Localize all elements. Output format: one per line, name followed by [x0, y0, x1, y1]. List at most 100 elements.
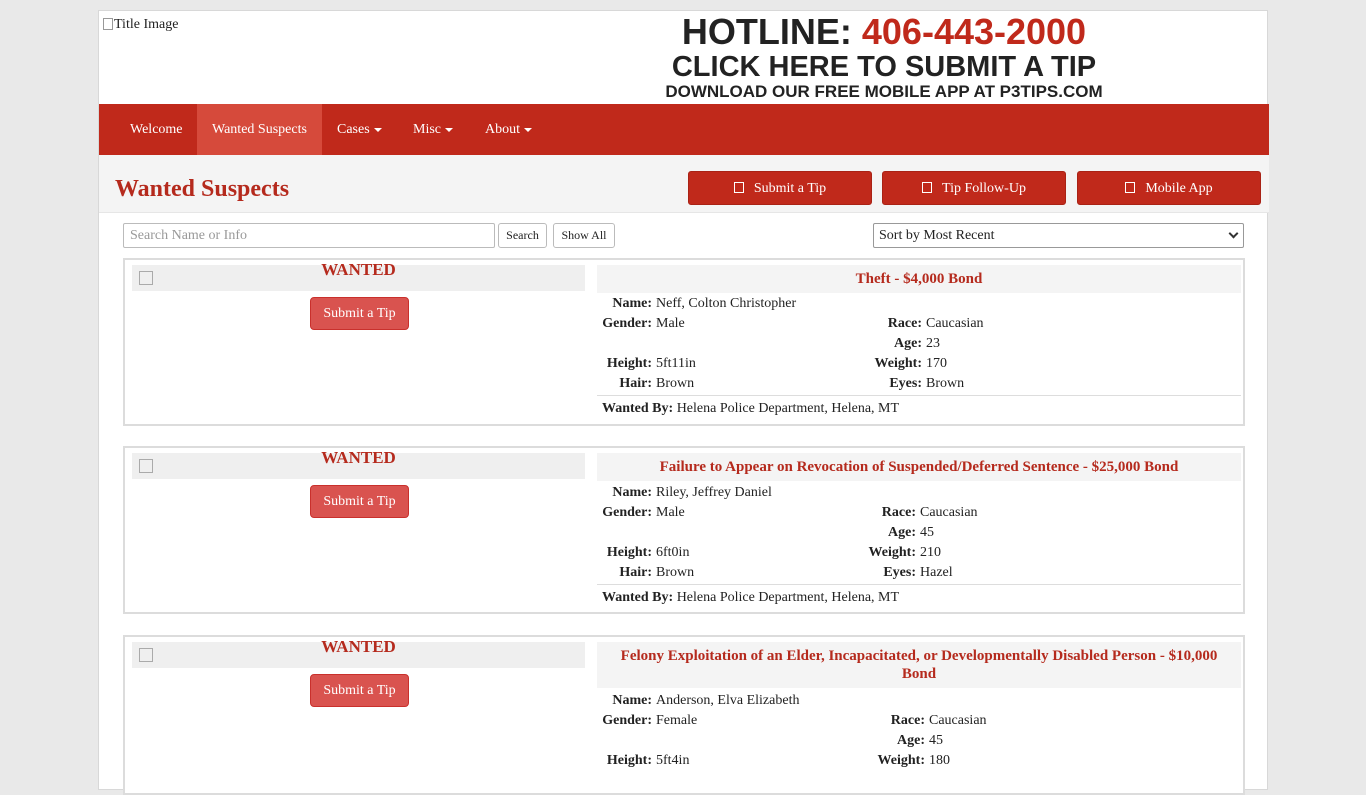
race-value: Caucasian: [929, 713, 987, 728]
weight-label: Weight:: [877, 753, 925, 768]
height-label: Height:: [606, 753, 652, 768]
suspect-info: Name: Neff, Colton Christopher Gender: Mal…: [597, 294, 1241, 419]
eyes-label: Eyes:: [889, 376, 922, 391]
hotline-label: HOTLINE:: [681, 11, 852, 52]
caret-down-icon: [445, 127, 453, 132]
gender-label: Gender:: [602, 316, 652, 331]
search-row: Search Name or Info Search Show All Sort…: [123, 223, 1245, 249]
weight-value: 180: [929, 753, 950, 768]
wanted-by-value: Helena Police Department, Helena, MT: [676, 401, 900, 416]
name-value: Riley, Jeffrey Daniel: [656, 485, 772, 500]
nav-label: Wanted Suspects: [212, 122, 307, 137]
age-value: 45: [929, 733, 943, 748]
name-value: Neff, Colton Christopher: [656, 296, 797, 311]
wanted-by: Wanted By: Helena Police Department, Hel…: [597, 399, 1241, 419]
wanted-label: WANTED: [321, 448, 396, 467]
mobile-app-text[interactable]: DOWNLOAD OUR FREE MOBILE APP AT P3TIPS.C…: [639, 83, 1129, 101]
charge-title[interactable]: Failure to Appear on Revocation of Suspe…: [597, 453, 1241, 481]
comment-icon: [922, 182, 933, 193]
pencil-icon: [733, 182, 744, 193]
broken-image-icon: [103, 18, 113, 30]
name-label: Name:: [612, 485, 652, 500]
page-container: Title Image HOTLINE: 406-443-2000 CLICK …: [98, 10, 1269, 795]
race-value: Caucasian: [920, 505, 978, 520]
age-label: Age:: [888, 525, 916, 540]
caret-down-icon: [524, 127, 532, 132]
show-all-button[interactable]: Show All: [553, 223, 615, 248]
hotline: HOTLINE: 406-443-2000: [639, 12, 1129, 52]
mobile-app-button[interactable]: Mobile App: [1077, 171, 1261, 205]
race-value: Caucasian: [926, 316, 984, 331]
card-submit-tip-button[interactable]: Submit a Tip: [310, 297, 409, 330]
charge-title[interactable]: Theft - $4,000 Bond: [597, 265, 1241, 293]
submit-tip-link[interactable]: CLICK HERE TO SUBMIT A TIP: [639, 51, 1129, 83]
hotline-block[interactable]: HOTLINE: 406-443-2000 CLICK HERE TO SUBM…: [639, 11, 1129, 101]
site-header: Title Image HOTLINE: 406-443-2000 CLICK …: [99, 11, 1267, 104]
wanted-by: Wanted By: Helena Police Department, Hel…: [597, 588, 1241, 608]
age-value: 23: [926, 336, 940, 351]
nav-cases[interactable]: Cases: [322, 104, 397, 155]
hair-label: Hair:: [619, 565, 652, 580]
submit-tip-button[interactable]: Submit a Tip: [688, 171, 872, 205]
nav-label: Cases: [337, 122, 370, 137]
gender-label: Gender:: [602, 713, 652, 728]
height-value: 6ft0in: [656, 545, 690, 560]
suspect-card: WANTED Submit a Tip Theft - $4,000 Bond …: [123, 258, 1245, 426]
divider: [597, 395, 1241, 396]
height-label: Height:: [606, 545, 652, 560]
card-submit-tip-button[interactable]: Submit a Tip: [310, 674, 409, 707]
hair-value: Brown: [656, 376, 695, 391]
search-button[interactable]: Search: [498, 223, 547, 248]
wanted-by-value: Helena Police Department, Helena, MT: [676, 590, 900, 605]
button-label: Mobile App: [1145, 181, 1213, 196]
race-label: Race:: [890, 713, 925, 728]
suspect-info: Name: Anderson, Elva Elizabeth Gender: Fem…: [597, 691, 1241, 771]
page-title-bar: Wanted Suspects Submit a Tip Tip Follow-…: [99, 155, 1269, 213]
nav-label: About: [485, 122, 520, 137]
button-label: Tip Follow-Up: [942, 181, 1026, 196]
name-label: Name:: [612, 693, 652, 708]
age-label: Age:: [894, 336, 922, 351]
search-input[interactable]: Search Name or Info: [123, 223, 495, 248]
tip-follow-up-button[interactable]: Tip Follow-Up: [882, 171, 1066, 205]
nav-misc[interactable]: Misc: [398, 104, 468, 155]
name-label: Name:: [612, 296, 652, 311]
wanted-label: WANTED: [321, 260, 396, 279]
sort-select[interactable]: Sort by Most Recent: [873, 223, 1244, 248]
eyes-value: Hazel: [920, 565, 953, 580]
button-label: Submit a Tip: [753, 181, 827, 196]
race-label: Race:: [887, 316, 922, 331]
title-image-alt: Title Image: [114, 17, 179, 32]
age-label: Age:: [897, 733, 925, 748]
gender-value: Female: [656, 713, 698, 728]
nav-label: Welcome: [130, 122, 183, 137]
nav-wanted-suspects[interactable]: Wanted Suspects: [197, 104, 322, 155]
wanted-by-label: Wanted By:: [602, 401, 674, 416]
gender-label: Gender:: [602, 505, 652, 520]
gender-value: Male: [656, 505, 685, 520]
race-label: Race:: [881, 505, 916, 520]
eyes-label: Eyes:: [883, 565, 916, 580]
weight-value: 210: [920, 545, 941, 560]
phone-icon: [1125, 182, 1136, 193]
wanted-by-label: Wanted By:: [602, 590, 674, 605]
sort-selected-value: Sort by Most Recent: [879, 228, 995, 243]
nav-about[interactable]: About: [470, 104, 547, 155]
suspect-info: Name: Riley, Jeffrey Daniel Gender: Male Ra…: [597, 483, 1241, 608]
nav-label: Misc: [413, 122, 441, 137]
chevron-down-icon: [1228, 228, 1239, 239]
charge-title[interactable]: Felony Exploitation of an Elder, Incapac…: [597, 642, 1241, 688]
weight-label: Weight:: [874, 356, 922, 371]
divider: [597, 584, 1241, 585]
age-value: 45: [920, 525, 934, 540]
hair-label: Hair:: [619, 376, 652, 391]
card-submit-tip-button[interactable]: Submit a Tip: [310, 485, 409, 518]
eyes-value: Brown: [926, 376, 965, 391]
nav-welcome[interactable]: Welcome: [115, 104, 198, 155]
hair-value: Brown: [656, 565, 695, 580]
hotline-number: 406-443-2000: [861, 11, 1087, 52]
title-image[interactable]: Title Image: [103, 17, 178, 33]
main-navbar: Welcome Wanted Suspects Cases Misc About: [99, 104, 1269, 155]
weight-value: 170: [926, 356, 947, 371]
caret-down-icon: [373, 127, 382, 132]
